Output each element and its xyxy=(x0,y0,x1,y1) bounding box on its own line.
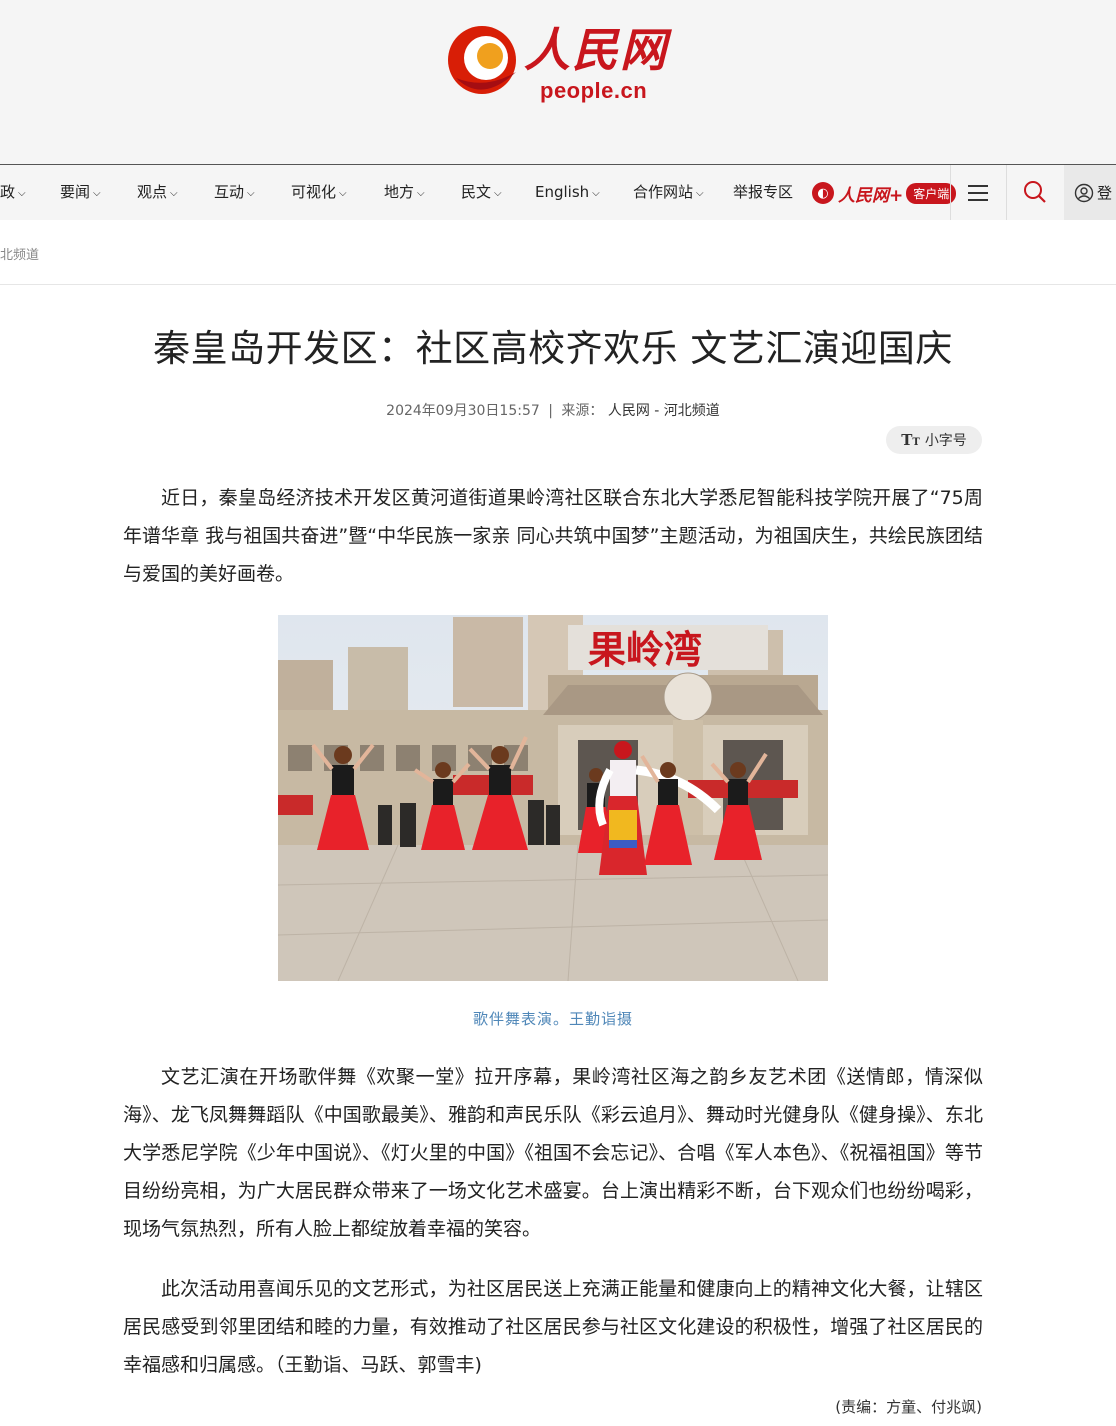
chevron-down-icon: ⌵ xyxy=(494,188,502,199)
font-size-icon: TT xyxy=(901,431,920,449)
font-size-label: 小字号 xyxy=(924,433,967,449)
nav-item-label: 合作网站 xyxy=(633,183,694,201)
nav-item-politics[interactable]: 政 ⌵ xyxy=(0,165,26,220)
article-paragraph-1: 近日，秦皇岛经济技术开发区黄河道街道果岭湾社区联合东北大学悉尼智能科技学院开展了… xyxy=(123,487,983,585)
nav-item-opinion[interactable]: 观点 ⌵ xyxy=(137,165,178,220)
nav-item-interact[interactable]: 互动 ⌵ xyxy=(214,165,255,220)
hamburger-icon[interactable] xyxy=(966,181,990,205)
nav-divider xyxy=(950,165,951,220)
app-pill: 客户端 xyxy=(906,182,957,204)
login-label: 登 xyxy=(1097,184,1113,202)
main-nav: 政 ⌵ 要闻 ⌵ 观点 ⌵ 互动 ⌵ 可视化 ⌵ 地方 ⌵ 民文 ⌵ English ⌵ 合作网… xyxy=(0,164,1116,220)
app-client-link[interactable]: ◐ 人民网+ 客户端 xyxy=(812,181,957,206)
nav-item-label: 观点 xyxy=(137,183,168,201)
nav-item-label: 地方 xyxy=(384,183,415,201)
nav-item-partners[interactable]: 合作网站 ⌵ xyxy=(633,165,704,220)
article-paragraph-2: 文艺汇演在开场歌伴舞《欢聚一堂》拉开序幕，果岭湾社区海之韵乡友艺术团《送情郎，情… xyxy=(123,1066,983,1240)
nav-item-news[interactable]: 要闻 ⌵ xyxy=(60,165,101,220)
user-icon xyxy=(1074,183,1094,202)
breadcrumb-channel[interactable]: 北频道 xyxy=(0,244,39,263)
nav-item-ethnic[interactable]: 民文 ⌵ xyxy=(461,165,502,220)
nav-item-label: 民文 xyxy=(461,183,492,201)
login-button[interactable]: 登 xyxy=(1064,165,1116,220)
source-link[interactable]: 人民网 - 河北频道 xyxy=(608,403,720,419)
app-name: 人民网+ xyxy=(838,185,904,206)
nav-item-label: 要闻 xyxy=(60,183,91,201)
search-icon[interactable] xyxy=(1022,179,1048,205)
chevron-down-icon: ⌵ xyxy=(170,188,178,199)
logo-chinese-name: 人民网 xyxy=(524,23,668,77)
nav-item-report[interactable]: 举报专区 xyxy=(733,165,793,220)
photo-caption: 歌伴舞表演。王勤诣摄 xyxy=(472,1010,633,1028)
editor-credit: (责编：方童、付兆飒) xyxy=(835,1398,982,1416)
nav-item-label: 政 xyxy=(0,183,16,201)
chevron-down-icon: ⌵ xyxy=(18,188,26,199)
chevron-down-icon: ⌵ xyxy=(592,188,600,199)
breadcrumb: 北频道 xyxy=(0,220,1116,285)
site-header: 人民网 people.cn xyxy=(0,0,1116,164)
publish-date: 2024年09月30日15:57 xyxy=(386,403,540,419)
nav-divider xyxy=(1006,165,1007,220)
nav-item-label: English xyxy=(535,183,590,201)
chevron-down-icon: ⌵ xyxy=(247,188,255,199)
nav-item-english[interactable]: English ⌵ xyxy=(535,165,600,220)
article-title: 秦皇岛开发区：社区高校齐欢乐 文艺汇演迎国庆 xyxy=(153,327,953,370)
chevron-down-icon: ⌵ xyxy=(339,188,347,199)
chevron-down-icon: ⌵ xyxy=(417,188,425,199)
article-paragraph-3: 此次活动用喜闻乐见的文艺形式，为社区居民送上充满正能量和健康向上的精神文化大餐，… xyxy=(123,1278,983,1376)
nav-item-label: 可视化 xyxy=(291,183,337,201)
app-logo-icon: ◐ xyxy=(812,182,834,204)
nav-item-visual[interactable]: 可视化 ⌵ xyxy=(291,165,347,220)
article-meta: 2024年09月30日15:57 | 来源： 人民网 - 河北频道 xyxy=(0,400,1106,420)
meta-separator: | xyxy=(548,403,553,419)
nav-item-label: 互动 xyxy=(214,183,245,201)
article-photo: 果岭湾 xyxy=(278,615,828,981)
source-label: 来源： xyxy=(561,403,604,419)
logo-url-text: people.cn xyxy=(540,78,648,103)
chevron-down-icon: ⌵ xyxy=(696,188,704,199)
nav-item-local[interactable]: 地方 ⌵ xyxy=(384,165,425,220)
font-size-toggle[interactable]: TT 小字号 xyxy=(886,426,982,454)
photo-sign-text: 果岭湾 xyxy=(588,627,702,672)
chevron-down-icon: ⌵ xyxy=(93,188,101,199)
